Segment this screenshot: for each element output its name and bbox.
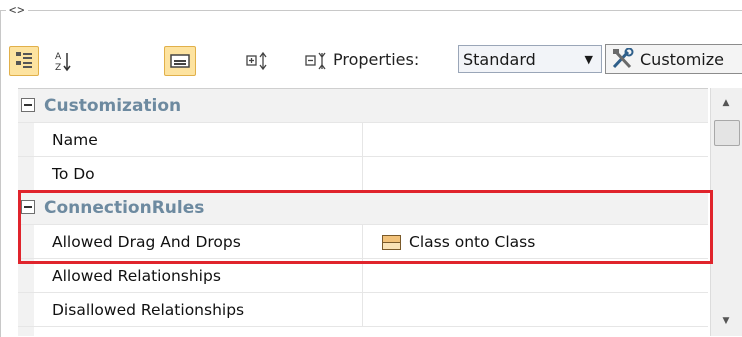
property-name: Allowed Relationships (52, 267, 221, 285)
property-row-allowed-relationships[interactable]: Allowed Relationships (18, 259, 708, 293)
column-divider (362, 157, 363, 190)
property-name: Allowed Drag And Drops (52, 233, 241, 251)
svg-text:Z: Z (55, 63, 61, 72)
group-row-customization[interactable]: Customization (18, 89, 708, 123)
property-grid: Customization Name To Do ConnectionRules… (18, 88, 708, 336)
alphabetical-sort-button[interactable]: A Z (48, 46, 78, 76)
categorized-icon (16, 52, 32, 68)
properties-label: Properties: (333, 50, 420, 69)
collapse-all-button[interactable] (304, 48, 330, 74)
group-row-connection-rules[interactable]: ConnectionRules (18, 191, 708, 225)
tools-icon (612, 48, 634, 69)
svg-text:A: A (55, 52, 62, 62)
group-title: Customization (44, 96, 182, 116)
property-row-name[interactable]: Name (18, 123, 708, 157)
properties-toolbar: A Z Properties: Standard ▼ Customize (9, 40, 742, 82)
scroll-up-arrow-icon[interactable]: ▲ (711, 88, 741, 118)
column-divider (362, 123, 363, 156)
property-row-allowed-drag-and-drops[interactable]: Allowed Drag And Drops Class onto Class (18, 225, 708, 259)
column-divider (362, 225, 363, 258)
scrollbar-thumb[interactable] (714, 120, 740, 146)
sort-az-icon: A Z (55, 52, 71, 72)
collapse-toggle[interactable]: <> (6, 2, 29, 18)
vertical-scrollbar[interactable]: ▲ ▼ (710, 88, 742, 336)
property-row-to-do[interactable]: To Do (18, 157, 708, 191)
collapse-all-icon (305, 52, 326, 70)
property-row-disallowed-relationships[interactable]: Disallowed Relationships (18, 293, 708, 327)
class-icon (382, 234, 401, 250)
property-value[interactable]: Class onto Class (382, 233, 535, 251)
properties-mode-select[interactable]: Standard ▼ (458, 45, 602, 73)
customize-label: Customize (640, 49, 724, 69)
scroll-down-arrow-icon[interactable]: ▼ (711, 306, 741, 336)
property-value-text: Class onto Class (409, 233, 536, 251)
expand-all-icon (246, 51, 267, 71)
description-pane-icon (170, 54, 190, 68)
categorized-view-button[interactable] (9, 46, 39, 76)
group-title: ConnectionRules (44, 198, 205, 218)
expand-all-button[interactable] (245, 48, 271, 74)
description-pane-button[interactable] (164, 46, 196, 76)
collapse-icon[interactable] (21, 98, 35, 112)
properties-mode-value: Standard (463, 49, 536, 69)
column-divider (362, 259, 363, 292)
chevron-down-icon: ▼ (584, 53, 593, 66)
column-divider (362, 293, 363, 326)
property-name: To Do (52, 165, 95, 183)
property-name: Disallowed Relationships (52, 301, 245, 319)
collapse-icon[interactable] (21, 200, 35, 214)
property-name: Name (52, 131, 98, 149)
customize-button[interactable]: Customize (605, 44, 742, 74)
